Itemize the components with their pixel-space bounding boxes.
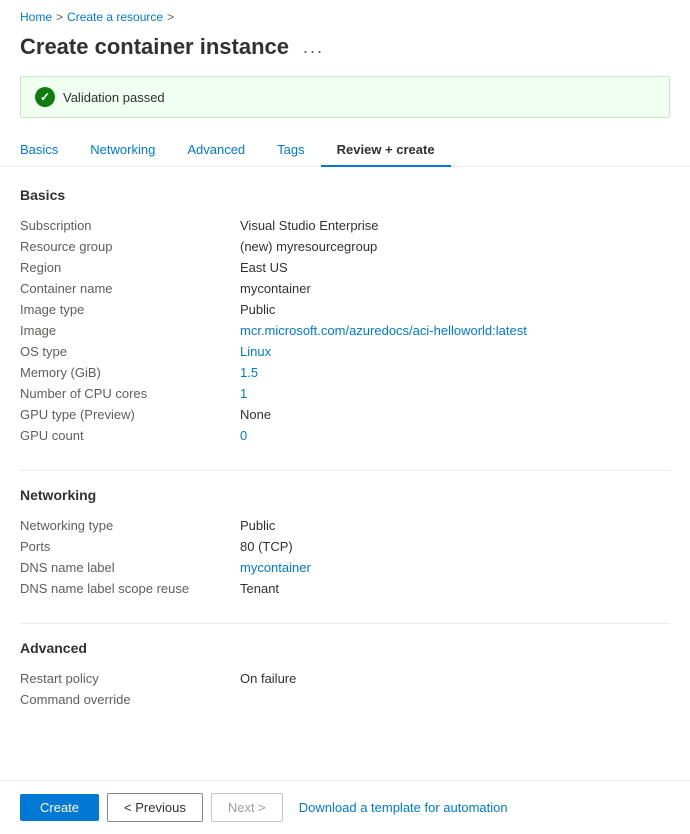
field-gpu-type: GPU type (Preview) None xyxy=(20,404,670,425)
field-label-dns-scope: DNS name label scope reuse xyxy=(20,581,240,596)
field-ports: Ports 80 (TCP) xyxy=(20,536,670,557)
field-region: Region East US xyxy=(20,257,670,278)
field-networking-type: Networking type Public xyxy=(20,515,670,536)
field-label-restart-policy: Restart policy xyxy=(20,671,240,686)
field-command-override: Command override xyxy=(20,689,670,710)
field-value-os-type: Linux xyxy=(240,344,670,359)
breadcrumb: Home > Create a resource > xyxy=(0,0,690,30)
field-dns-label: DNS name label mycontainer xyxy=(20,557,670,578)
breadcrumb-home[interactable]: Home xyxy=(20,10,52,24)
field-label-gpu-type: GPU type (Preview) xyxy=(20,407,240,422)
field-gpu-count: GPU count 0 xyxy=(20,425,670,446)
field-label-container-name: Container name xyxy=(20,281,240,296)
field-memory: Memory (GiB) 1.5 xyxy=(20,362,670,383)
validation-check-icon xyxy=(35,87,55,107)
page-title: Create container instance xyxy=(20,34,289,60)
field-value-gpu-type: None xyxy=(240,407,670,422)
breadcrumb-sep2: > xyxy=(167,10,174,24)
field-value-subscription: Visual Studio Enterprise xyxy=(240,218,670,233)
field-label-image: Image xyxy=(20,323,240,338)
validation-banner: Validation passed xyxy=(20,76,670,118)
field-os-type: OS type Linux xyxy=(20,341,670,362)
ellipsis-button[interactable]: ... xyxy=(299,35,328,60)
advanced-section: Advanced Restart policy On failure Comma… xyxy=(20,640,670,710)
advanced-section-title: Advanced xyxy=(20,640,670,656)
field-label-cpu-cores: Number of CPU cores xyxy=(20,386,240,401)
field-value-restart-policy: On failure xyxy=(240,671,670,686)
download-template-link[interactable]: Download a template for automation xyxy=(299,800,508,815)
field-value-dns-label: mycontainer xyxy=(240,560,670,575)
field-label-dns-label: DNS name label xyxy=(20,560,240,575)
field-label-image-type: Image type xyxy=(20,302,240,317)
field-label-region: Region xyxy=(20,260,240,275)
tab-advanced[interactable]: Advanced xyxy=(171,134,261,167)
field-value-dns-scope: Tenant xyxy=(240,581,670,596)
field-label-os-type: OS type xyxy=(20,344,240,359)
field-image: Image mcr.microsoft.com/azuredocs/aci-he… xyxy=(20,320,670,341)
page-title-row: Create container instance ... xyxy=(0,30,690,76)
tab-tags[interactable]: Tags xyxy=(261,134,320,167)
field-label-resource-group: Resource group xyxy=(20,239,240,254)
field-value-resource-group: (new) myresourcegroup xyxy=(240,239,670,254)
field-label-command-override: Command override xyxy=(20,692,240,707)
field-value-region: East US xyxy=(240,260,670,275)
field-container-name: Container name mycontainer xyxy=(20,278,670,299)
next-button: Next > xyxy=(211,793,283,822)
field-value-networking-type: Public xyxy=(240,518,670,533)
create-button[interactable]: Create xyxy=(20,794,99,821)
field-subscription: Subscription Visual Studio Enterprise xyxy=(20,215,670,236)
divider-2 xyxy=(20,623,670,624)
footer: Create < Previous Next > Download a temp… xyxy=(0,780,690,834)
tab-networking[interactable]: Networking xyxy=(74,134,171,167)
tabs-container: Basics Networking Advanced Tags Review +… xyxy=(0,134,690,167)
field-label-memory: Memory (GiB) xyxy=(20,365,240,380)
validation-text: Validation passed xyxy=(63,90,165,105)
field-image-type: Image type Public xyxy=(20,299,670,320)
field-value-gpu-count: 0 xyxy=(240,428,670,443)
field-restart-policy: Restart policy On failure xyxy=(20,668,670,689)
field-label-gpu-count: GPU count xyxy=(20,428,240,443)
field-value-image-type: Public xyxy=(240,302,670,317)
divider-1 xyxy=(20,470,670,471)
main-content: Basics Subscription Visual Studio Enterp… xyxy=(0,167,690,754)
previous-button[interactable]: < Previous xyxy=(107,793,203,822)
field-cpu-cores: Number of CPU cores 1 xyxy=(20,383,670,404)
networking-section: Networking Networking type Public Ports … xyxy=(20,487,670,599)
tab-basics[interactable]: Basics xyxy=(20,134,74,167)
basics-section: Basics Subscription Visual Studio Enterp… xyxy=(20,187,670,446)
field-dns-scope: DNS name label scope reuse Tenant xyxy=(20,578,670,599)
breadcrumb-create-resource[interactable]: Create a resource xyxy=(67,10,163,24)
field-label-subscription: Subscription xyxy=(20,218,240,233)
tab-review-create[interactable]: Review + create xyxy=(321,134,451,167)
field-resource-group: Resource group (new) myresourcegroup xyxy=(20,236,670,257)
field-label-ports: Ports xyxy=(20,539,240,554)
basics-section-title: Basics xyxy=(20,187,670,203)
field-value-image: mcr.microsoft.com/azuredocs/aci-hellowor… xyxy=(240,323,670,338)
field-value-memory: 1.5 xyxy=(240,365,670,380)
networking-section-title: Networking xyxy=(20,487,670,503)
field-label-networking-type: Networking type xyxy=(20,518,240,533)
breadcrumb-sep1: > xyxy=(56,10,63,24)
field-value-container-name: mycontainer xyxy=(240,281,670,296)
field-value-ports: 80 (TCP) xyxy=(240,539,670,554)
field-value-cpu-cores: 1 xyxy=(240,386,670,401)
